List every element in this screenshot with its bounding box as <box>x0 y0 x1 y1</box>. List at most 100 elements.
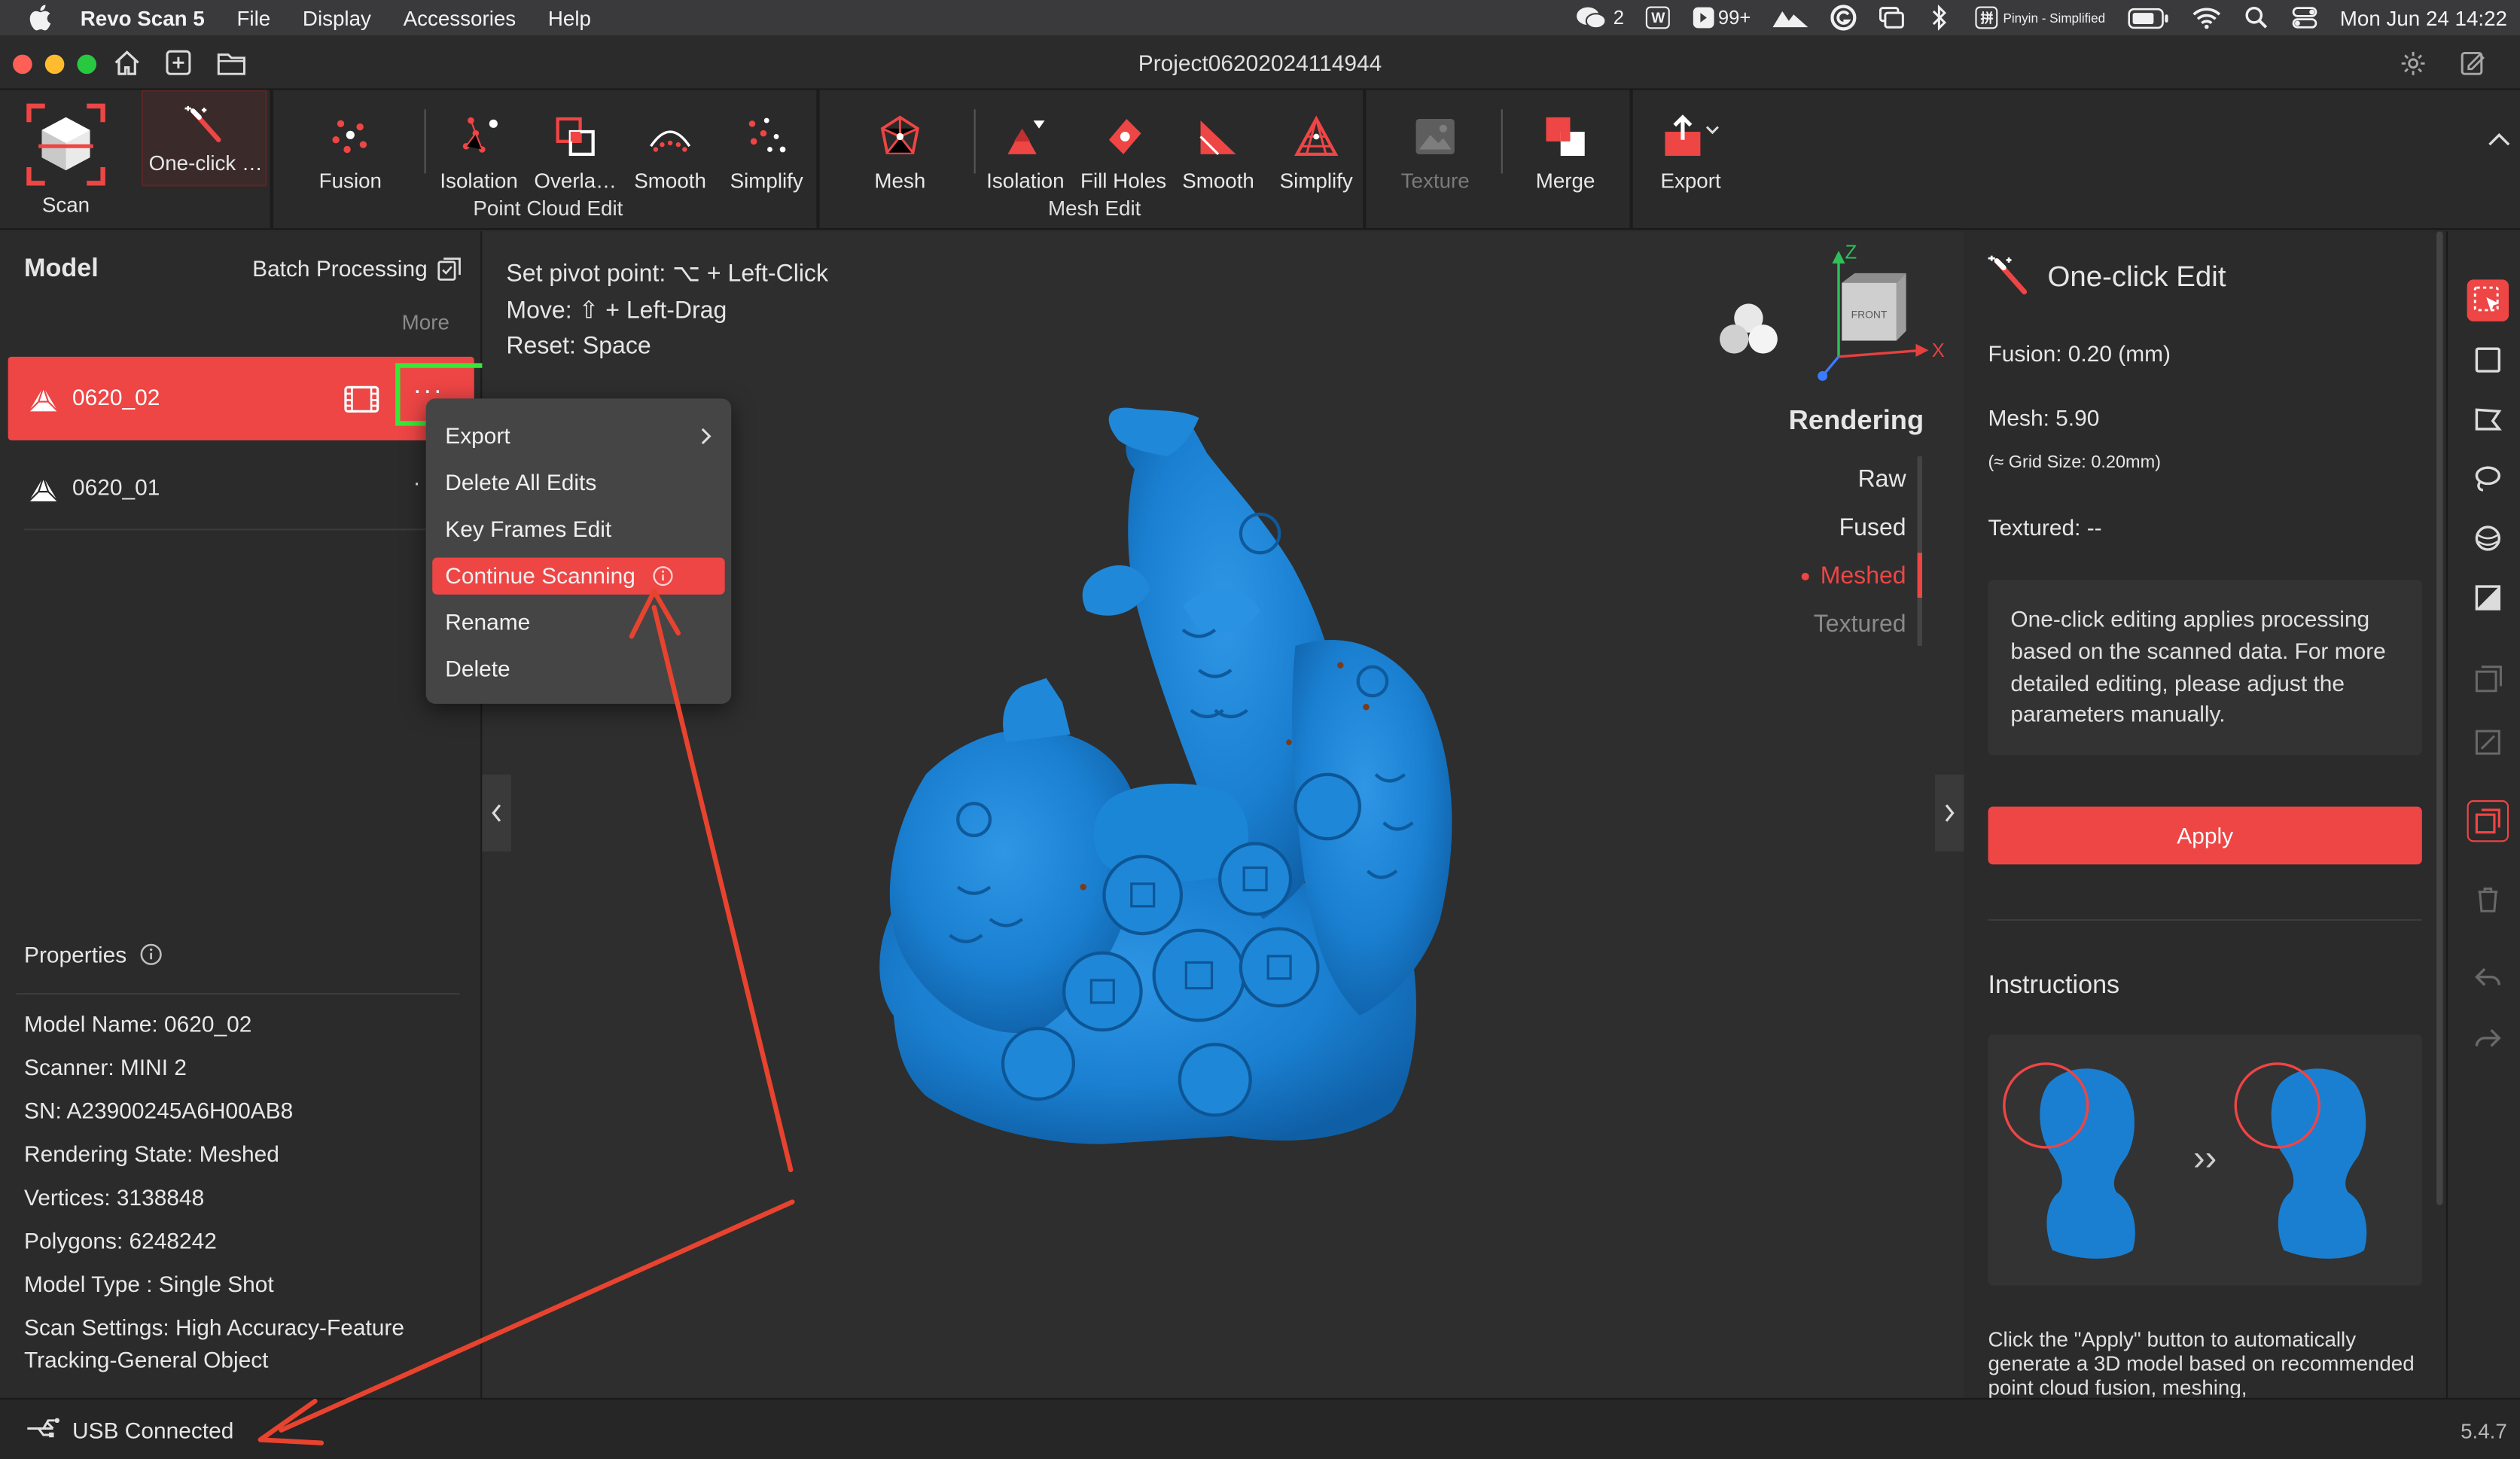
delete-selection-button[interactable] <box>2467 879 2509 921</box>
apply-button[interactable]: Apply <box>1988 806 2422 865</box>
surface-select-button[interactable] <box>2467 517 2509 559</box>
apple-logo-icon[interactable] <box>29 5 51 31</box>
one-click-edit-button[interactable]: One-click … <box>141 90 267 187</box>
grid-size-note: (≈ Grid Size: 0.20mm) <box>1988 452 2162 473</box>
control-center-icon[interactable] <box>2292 5 2317 30</box>
scan-button[interactable]: Scan <box>0 90 135 230</box>
status-bar: USB Connected 5.4.7 <box>0 1397 2520 1459</box>
fusion-button[interactable]: Fusion <box>306 96 396 193</box>
collapse-right-panel-handle[interactable] <box>1935 774 1964 852</box>
notifications-icon[interactable]: 99+ <box>1693 5 1751 30</box>
select-tool-button[interactable] <box>2467 279 2509 321</box>
copy-selection-button[interactable] <box>2467 800 2509 842</box>
window-titlebar: Project06202024114944 <box>0 35 2520 90</box>
hint-pivot-label: Set pivot point: <box>506 260 666 288</box>
windows-icon[interactable] <box>1879 5 1905 30</box>
menu-display[interactable]: Display <box>303 5 371 29</box>
prop-rendering-state: Rendering State: Meshed <box>24 1141 279 1167</box>
prop-scanner: Scanner: MINI 2 <box>24 1054 187 1080</box>
mesh-button[interactable]: Mesh <box>855 96 946 193</box>
undo-button[interactable] <box>2467 958 2509 999</box>
menu-rename[interactable]: Rename <box>432 605 724 641</box>
info-icon[interactable] <box>653 565 674 586</box>
app-name-menu[interactable]: Revo Scan 5 <box>81 5 205 29</box>
prop-scan-settings: Scan Settings: High Accuracy-Feature <box>24 1314 404 1341</box>
properties-header: Properties <box>24 942 162 967</box>
menu-file[interactable]: File <box>236 5 270 29</box>
instructions-illustration: ›› <box>1988 1034 2422 1286</box>
isolation-pc-button[interactable]: Isolation <box>431 96 527 193</box>
hint-pivot-value: ⌥ + Left-Click <box>672 260 828 288</box>
smooth-mesh-icon <box>1199 120 1236 156</box>
lasso-select-button[interactable] <box>2467 458 2509 499</box>
overlap-button[interactable]: Overla… <box>530 96 620 193</box>
right-panel-scrollbar[interactable] <box>2436 231 2443 1205</box>
deselect-button[interactable] <box>2467 721 2509 763</box>
more-link[interactable]: More <box>402 310 449 334</box>
collapse-left-panel-handle[interactable] <box>482 774 511 852</box>
simplify-pc-button[interactable]: Simplify <box>720 96 813 193</box>
rendering-title: Rendering <box>1788 404 1924 436</box>
model-panel: Model Batch Processing More 0620_02 ··· … <box>0 231 495 1398</box>
menu-accessories[interactable]: Accessories <box>404 5 516 29</box>
isolation-mesh-button[interactable]: Isolation <box>980 96 1071 193</box>
texture-image-icon <box>1415 118 1455 154</box>
orientation-gizmo[interactable]: Z X FRONT <box>1813 241 1948 385</box>
word-icon[interactable]: W <box>1646 6 1670 29</box>
koi-fish-3d-model[interactable] <box>861 405 1556 1160</box>
bust-before-after-illustration: ›› <box>2003 1062 2367 1259</box>
collapse-toolbar-chevron-icon[interactable] <box>2488 132 2510 148</box>
simplify-mesh-button[interactable]: Simplify <box>1269 96 1363 193</box>
mountains-app-icon[interactable] <box>1773 5 1809 30</box>
hint-reset-label: Reset: <box>506 332 576 361</box>
polygon-select-button[interactable] <box>2467 398 2509 440</box>
clock[interactable]: Mon Jun 24 14:22 <box>2340 5 2507 29</box>
render-mode-icon[interactable] <box>1717 302 1781 357</box>
more-options-dots-button[interactable]: · <box>413 469 421 495</box>
batch-processing-button[interactable]: Batch Processing <box>252 255 461 282</box>
smooth-pc-button[interactable]: Smooth <box>623 96 717 193</box>
axis-x-label: X <box>1932 340 1945 361</box>
battery-icon[interactable] <box>2128 5 2169 30</box>
settings-gear-icon[interactable] <box>2400 50 2427 77</box>
input-method-icon[interactable]: 拼 Pinyin - Simplified <box>1976 5 2105 30</box>
smooth-mesh-button[interactable]: Smooth <box>1173 96 1263 193</box>
rendering-meshed[interactable]: ● Meshed <box>1735 562 1906 589</box>
keyframes-film-icon[interactable] <box>344 385 379 413</box>
select-all-button[interactable] <box>2467 659 2509 700</box>
model-context-menu: Export Delete All Edits Key Frames Edit … <box>425 398 732 704</box>
navigation-hints: Set pivot point: ⌥ + Left-Click Move: ⇧ … <box>506 257 828 366</box>
status-menu-area: 2 W 99+ 拼 Pinyin - Simplified Mon Jun 24… <box>1574 0 2507 35</box>
wifi-icon[interactable] <box>2192 5 2220 30</box>
feedback-edit-icon[interactable] <box>2461 50 2486 75</box>
rendering-fused[interactable]: Fused <box>1735 514 1906 541</box>
redo-icon <box>2475 1028 2501 1047</box>
export-button[interactable]: Export <box>1646 96 1736 193</box>
select-all-icon <box>2475 666 2502 693</box>
info-icon[interactable] <box>139 943 162 966</box>
model-item-0620-01[interactable]: 0620_01 · <box>8 446 474 531</box>
invert-selection-icon <box>2475 585 2501 611</box>
invert-select-button[interactable] <box>2467 577 2509 618</box>
wechat-icon[interactable]: 2 <box>1574 5 1624 30</box>
menu-key-frames-edit[interactable]: Key Frames Edit <box>432 511 724 548</box>
menu-export[interactable]: Export <box>432 418 724 455</box>
magic-wand-icon <box>184 105 221 142</box>
rect-select-button[interactable] <box>2467 339 2509 380</box>
grammarly-icon[interactable] <box>1831 5 1857 31</box>
rendering-raw[interactable]: Raw <box>1735 466 1906 493</box>
textured-param: Textured: -- <box>1988 514 2102 541</box>
spotlight-search-icon[interactable] <box>2244 5 2269 30</box>
rendering-textured[interactable]: Textured <box>1735 611 1906 638</box>
svg-text:››: ›› <box>2193 1138 2217 1177</box>
bluetooth-icon[interactable] <box>1927 5 1953 31</box>
redo-button[interactable] <box>2467 1019 2509 1060</box>
hint-move-value: ⇧ + Left-Drag <box>578 296 727 324</box>
menu-help[interactable]: Help <box>548 5 591 29</box>
menu-delete-all-edits[interactable]: Delete All Edits <box>432 465 724 501</box>
menu-continue-scanning[interactable]: Continue Scanning <box>432 557 725 595</box>
fill-holes-button[interactable]: Fill Holes <box>1077 96 1170 193</box>
menu-delete[interactable]: Delete <box>432 650 724 687</box>
texture-button[interactable]: Texture <box>1388 96 1482 193</box>
merge-button[interactable]: Merge <box>1520 96 1610 193</box>
